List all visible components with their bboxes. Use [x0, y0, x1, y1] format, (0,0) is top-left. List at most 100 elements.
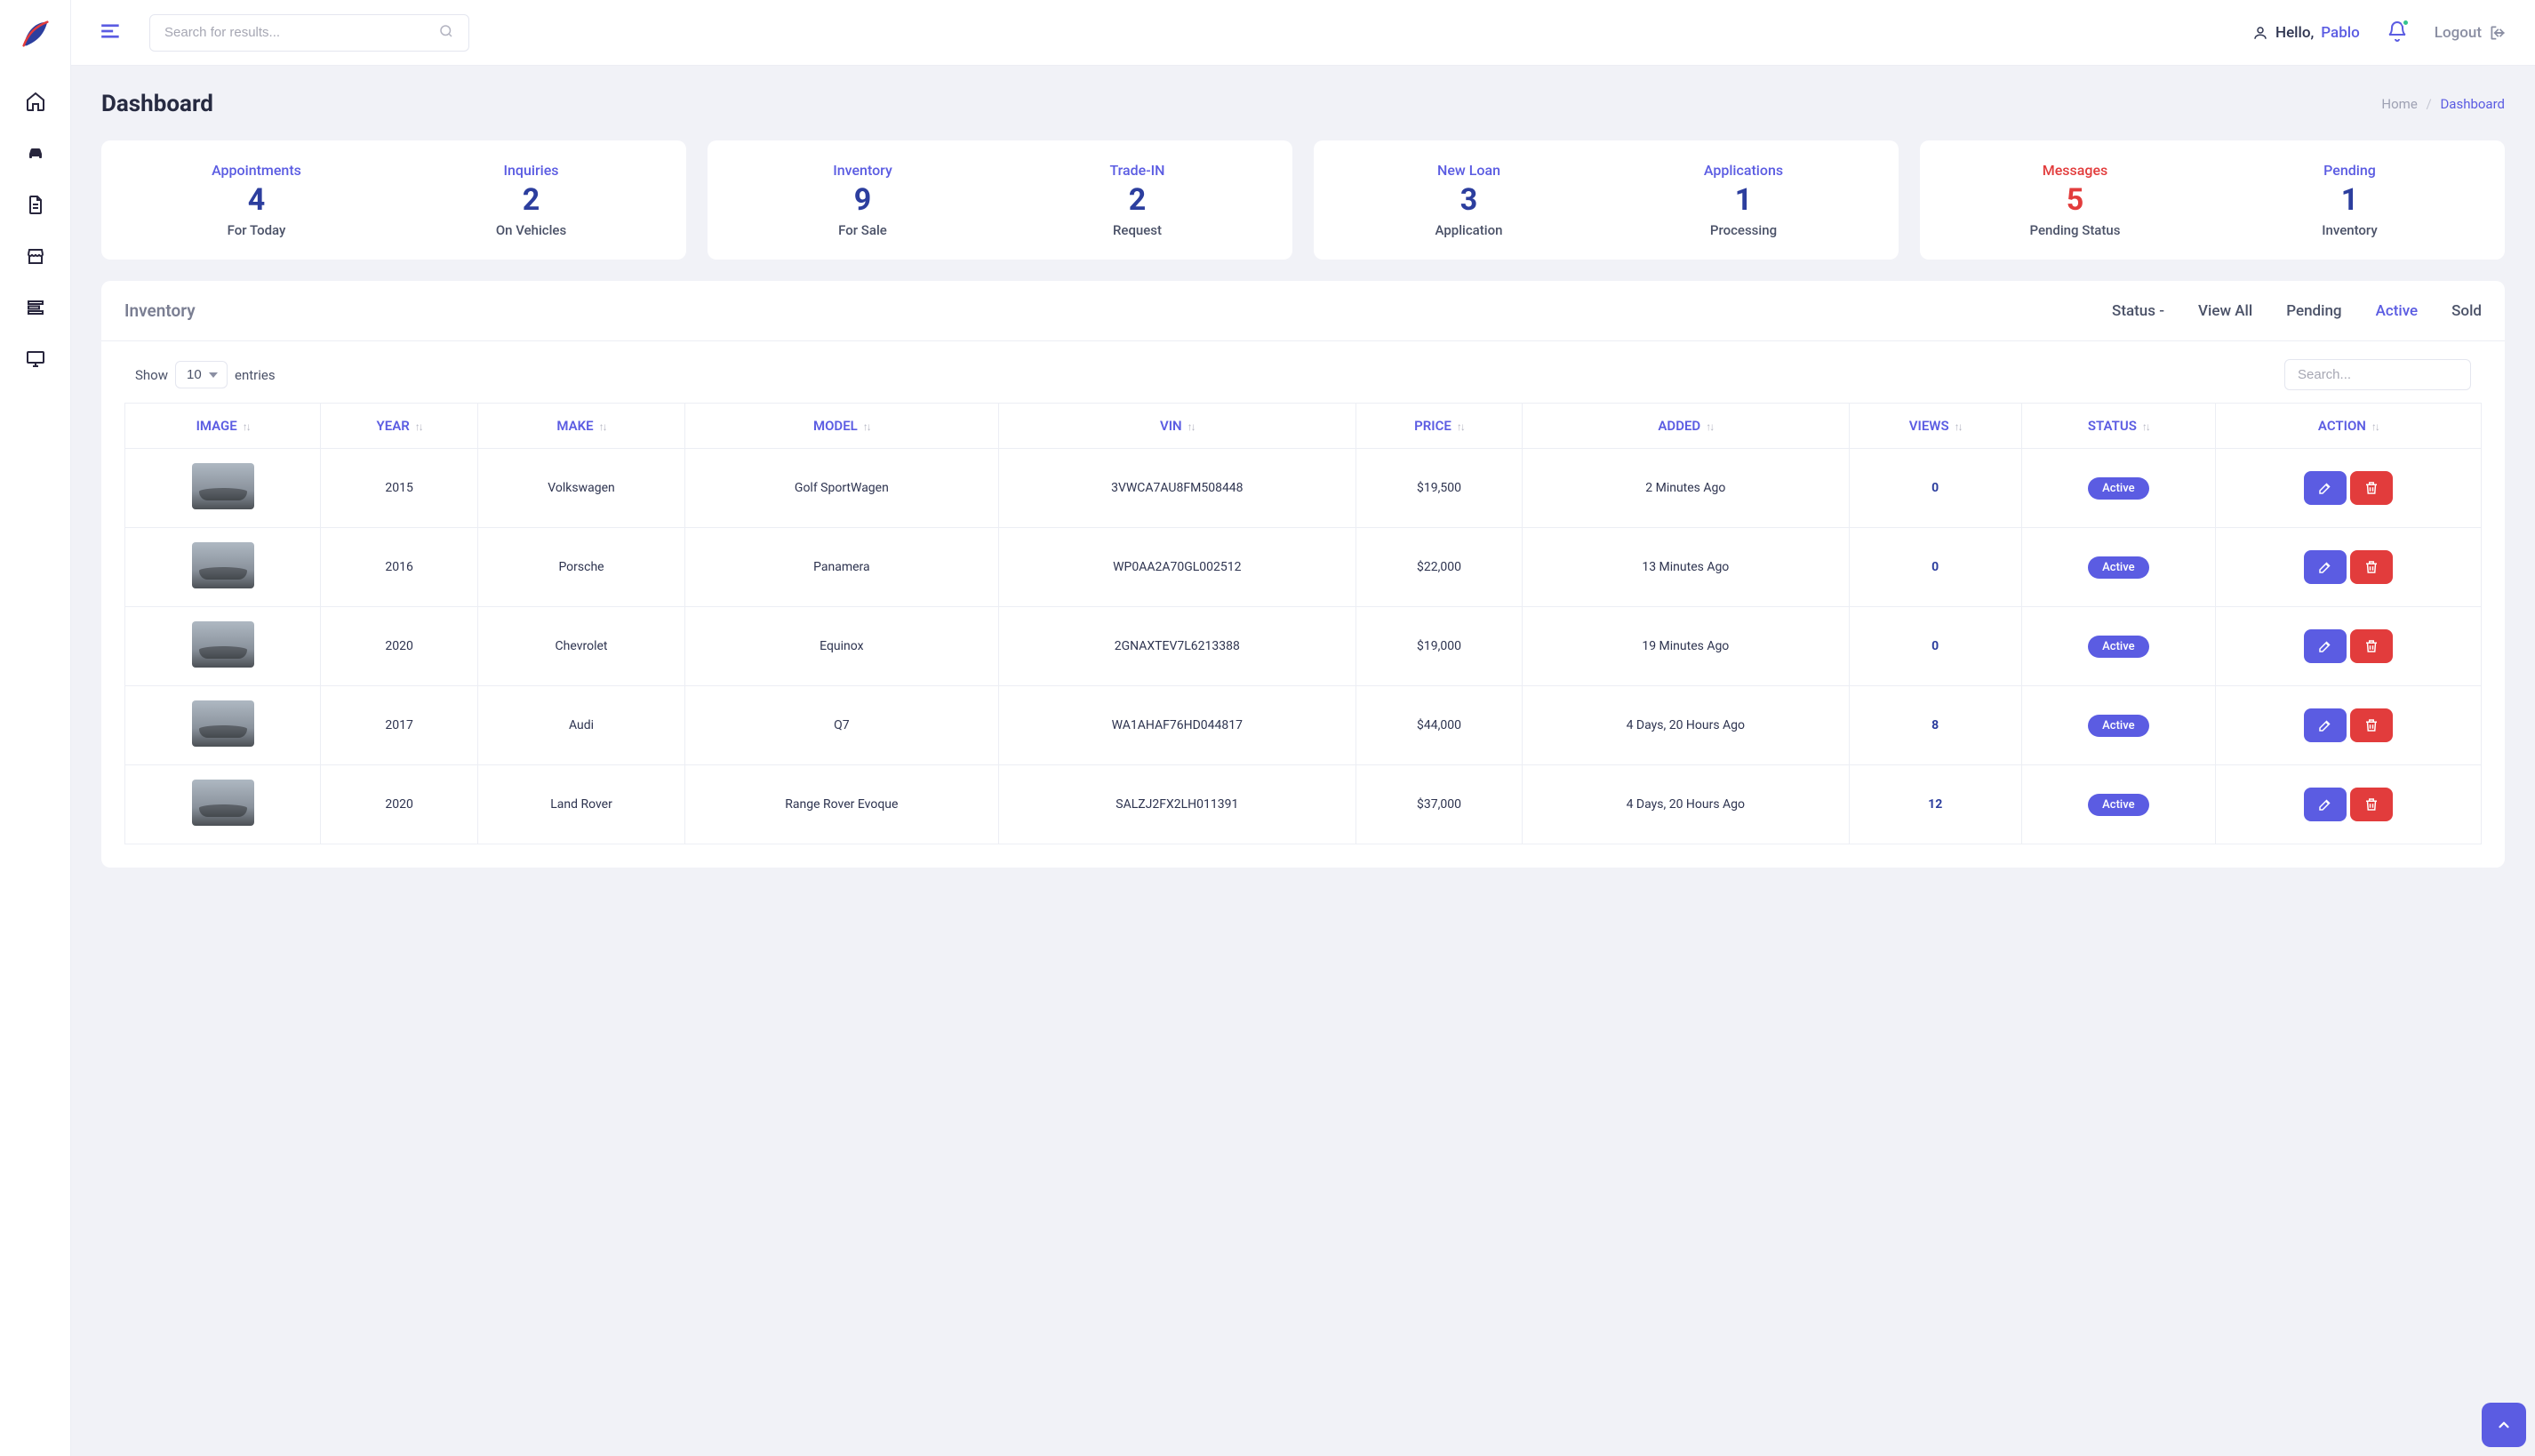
- sort-icon: ↑↓: [2142, 420, 2149, 433]
- column-label: ACTION: [2318, 418, 2366, 434]
- search-box[interactable]: [149, 14, 469, 52]
- cell-year: 2017: [321, 686, 478, 765]
- sort-icon: ↑↓: [599, 420, 606, 433]
- stat-label: Messages: [1938, 162, 2212, 179]
- nav-vehicles[interactable]: [18, 135, 53, 171]
- edit-button[interactable]: [2304, 708, 2347, 742]
- column-label: VIN: [1160, 418, 1182, 434]
- stat-value: 5: [1938, 184, 2212, 217]
- edit-button[interactable]: [2304, 550, 2347, 584]
- stat-sub: For Sale: [725, 222, 1000, 238]
- edit-button[interactable]: [2304, 788, 2347, 821]
- logo[interactable]: [18, 16, 53, 55]
- stat-block[interactable]: Trade-IN2Request: [1000, 162, 1275, 238]
- nav-reports[interactable]: [18, 290, 53, 325]
- cell-year: 2020: [321, 765, 478, 844]
- delete-button[interactable]: [2350, 708, 2393, 742]
- stat-block[interactable]: Messages5Pending Status: [1938, 162, 2212, 238]
- table-search-input[interactable]: [2284, 359, 2471, 390]
- page-size-select[interactable]: 10: [175, 361, 228, 388]
- table-row: 2016PorschePanameraWP0AA2A70GL002512$22,…: [125, 528, 2482, 607]
- stat-card: Inventory9For SaleTrade-IN2Request: [708, 140, 1292, 260]
- cell-status: Active: [2021, 686, 2215, 765]
- cell-views[interactable]: 8: [1849, 686, 2021, 765]
- column-status[interactable]: STATUS↑↓: [2021, 404, 2215, 449]
- sort-icon: ↑↓: [2371, 420, 2379, 433]
- tab-active[interactable]: Active: [2376, 302, 2419, 320]
- user-name: Pablo: [2321, 24, 2359, 42]
- cell-model: Panamera: [685, 528, 999, 607]
- tab-sold[interactable]: Sold: [2451, 302, 2482, 320]
- stat-block[interactable]: Pending1Inventory: [2212, 162, 2487, 238]
- cell-status: Active: [2021, 607, 2215, 686]
- delete-button[interactable]: [2350, 629, 2393, 663]
- notifications-button[interactable]: [2387, 20, 2408, 45]
- column-price[interactable]: PRICE↑↓: [1355, 404, 1522, 449]
- logout-link[interactable]: Logout: [2435, 24, 2507, 42]
- delete-button[interactable]: [2350, 788, 2393, 821]
- cell-views[interactable]: 0: [1849, 449, 2021, 528]
- stat-value: 3: [1331, 184, 1606, 217]
- stat-value: 9: [725, 184, 1000, 217]
- column-model[interactable]: MODEL↑↓: [685, 404, 999, 449]
- cell-make: Volkswagen: [478, 449, 685, 528]
- column-vin[interactable]: VIN↑↓: [998, 404, 1355, 449]
- cell-views[interactable]: 12: [1849, 765, 2021, 844]
- vehicle-thumbnail[interactable]: [192, 621, 254, 668]
- nav-home[interactable]: [18, 84, 53, 119]
- search-icon: [438, 23, 454, 43]
- cell-vin: 2GNAXTEV7L6213388: [998, 607, 1355, 686]
- stat-card: Messages5Pending StatusPending1Inventory: [1920, 140, 2505, 260]
- tab-pending[interactable]: Pending: [2286, 302, 2341, 320]
- vehicle-thumbnail[interactable]: [192, 780, 254, 826]
- column-views[interactable]: VIEWS↑↓: [1849, 404, 2021, 449]
- stat-block[interactable]: Applications1Processing: [1606, 162, 1881, 238]
- delete-button[interactable]: [2350, 471, 2393, 505]
- cell-vin: WP0AA2A70GL002512: [998, 528, 1355, 607]
- vehicle-thumbnail[interactable]: [192, 463, 254, 509]
- page-title: Dashboard: [101, 91, 213, 117]
- sort-icon: ↑↓: [863, 420, 870, 433]
- nav-dealership[interactable]: [18, 238, 53, 274]
- cell-views[interactable]: 0: [1849, 528, 2021, 607]
- inventory-tabs: Status - View All Pending Active Sold: [2112, 302, 2482, 320]
- status-badge: Active: [2088, 794, 2148, 816]
- column-make[interactable]: MAKE↑↓: [478, 404, 685, 449]
- column-added[interactable]: ADDED↑↓: [1523, 404, 1849, 449]
- tab-status-[interactable]: Status -: [2112, 302, 2164, 320]
- tab-view-all[interactable]: View All: [2198, 302, 2252, 320]
- delete-button[interactable]: [2350, 550, 2393, 584]
- cell-added: 4 Days, 20 Hours Ago: [1523, 686, 1849, 765]
- stat-card: New Loan3ApplicationApplications1Process…: [1314, 140, 1899, 260]
- column-year[interactable]: YEAR↑↓: [321, 404, 478, 449]
- vehicle-thumbnail[interactable]: [192, 542, 254, 588]
- show-label-post: entries: [235, 367, 276, 383]
- scroll-top-button[interactable]: [2482, 1403, 2526, 1447]
- user-greeting[interactable]: Hello, Pablo: [2252, 24, 2360, 42]
- cell-image: [125, 449, 321, 528]
- edit-button[interactable]: [2304, 629, 2347, 663]
- cell-price: $37,000: [1355, 765, 1522, 844]
- stat-block[interactable]: Appointments4For Today: [119, 162, 394, 238]
- menu-toggle[interactable]: [100, 20, 123, 46]
- column-action[interactable]: ACTION ↑↓: [2215, 404, 2481, 449]
- stat-block[interactable]: Inquiries2On Vehicles: [394, 162, 668, 238]
- cell-views[interactable]: 0: [1849, 607, 2021, 686]
- stat-block[interactable]: Inventory9For Sale: [725, 162, 1000, 238]
- logout-label: Logout: [2435, 24, 2482, 42]
- stat-block[interactable]: New Loan3Application: [1331, 162, 1606, 238]
- stat-card: Appointments4For TodayInquiries2On Vehic…: [101, 140, 686, 260]
- breadcrumb-home[interactable]: Home: [2381, 96, 2417, 112]
- table-controls: Show 10 entries: [135, 359, 2471, 390]
- edit-button[interactable]: [2304, 471, 2347, 505]
- table-row: 2020ChevroletEquinox2GNAXTEV7L6213388$19…: [125, 607, 2482, 686]
- status-badge: Active: [2088, 556, 2148, 579]
- vehicle-thumbnail[interactable]: [192, 700, 254, 747]
- search-input[interactable]: [164, 25, 429, 40]
- nav-documents[interactable]: [18, 187, 53, 222]
- cell-image: [125, 686, 321, 765]
- table-header-row: IMAGE↑↓YEAR↑↓MAKE↑↓MODEL↑↓VIN↑↓PRICE↑↓AD…: [125, 404, 2482, 449]
- nav-display[interactable]: [18, 341, 53, 377]
- column-image[interactable]: IMAGE↑↓: [125, 404, 321, 449]
- cell-image: [125, 528, 321, 607]
